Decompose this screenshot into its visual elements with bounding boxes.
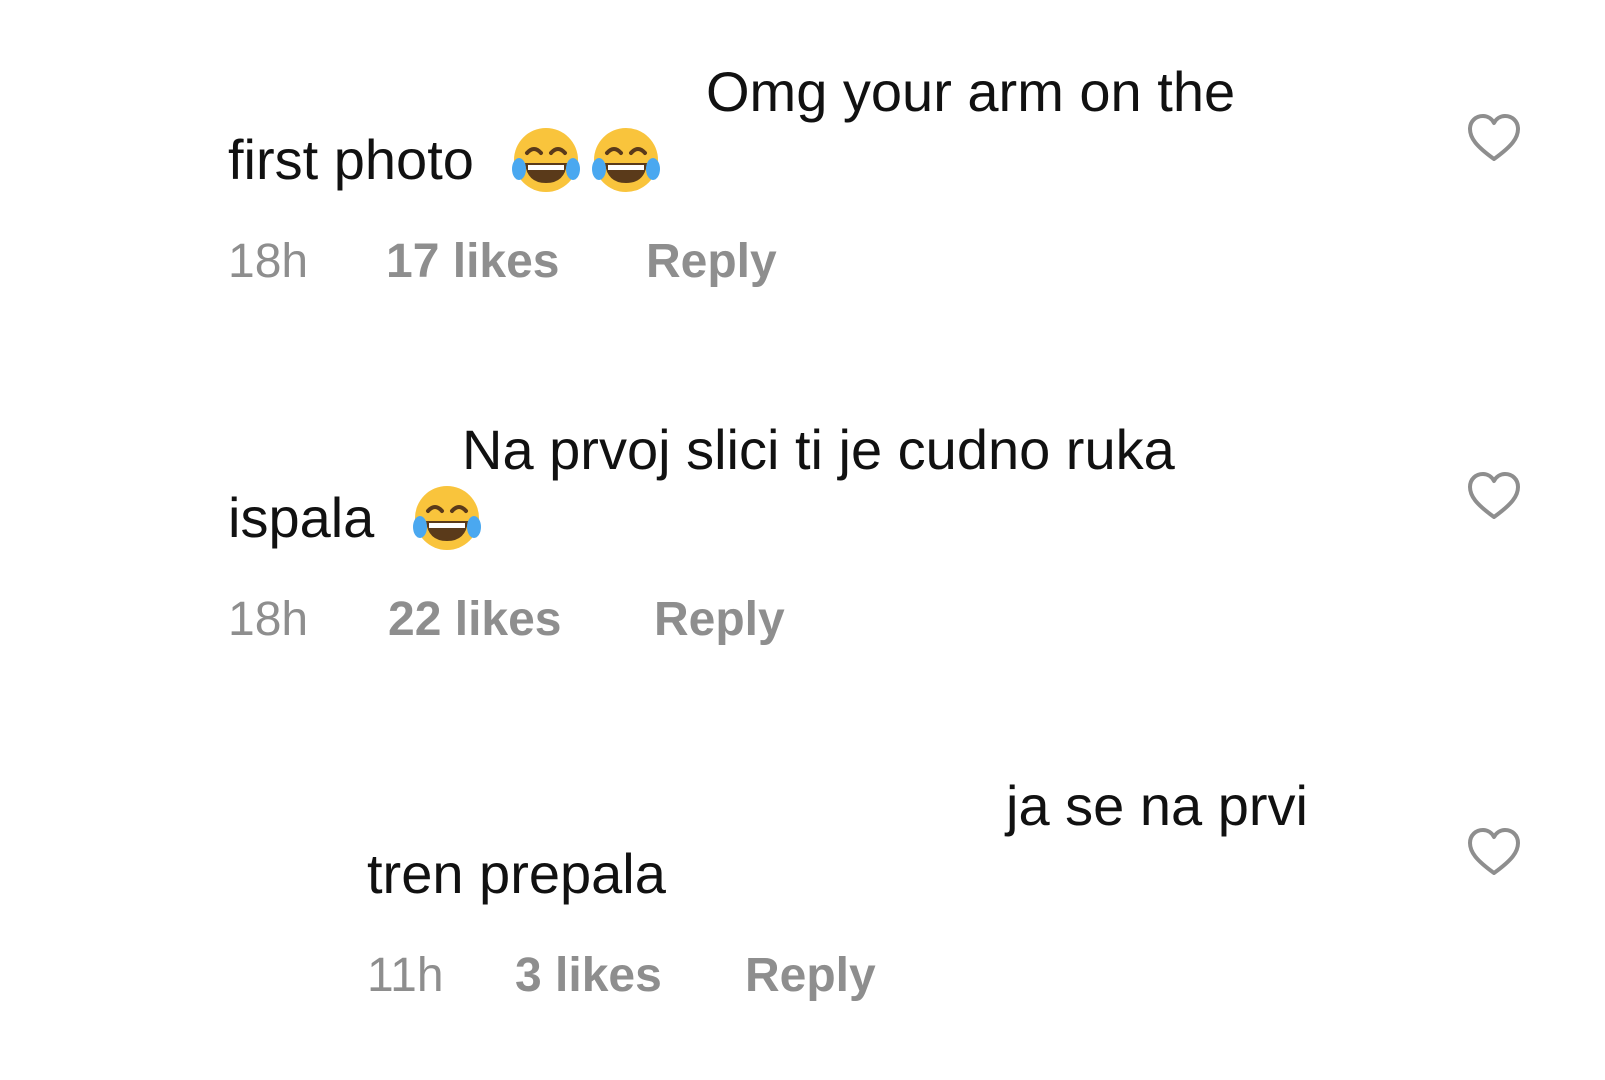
comment-timestamp: 11h bbox=[367, 949, 444, 1002]
comment-text-line-2: ispala bbox=[228, 484, 484, 559]
comment-text-line-2-text: ispala bbox=[228, 486, 375, 549]
reply-button[interactable]: Reply bbox=[745, 946, 876, 1006]
reply-button[interactable]: Reply bbox=[646, 232, 777, 292]
tears-of-joy-emoji-icon bbox=[412, 486, 481, 551]
comment-likes-link[interactable]: 17 likes bbox=[386, 232, 559, 292]
comment-likes-link[interactable]: 22 likes bbox=[388, 590, 561, 650]
comment-item: Na prvoj slici ti je cudno ruka ispala 1… bbox=[0, 358, 1605, 688]
comment-timestamp: 18h bbox=[228, 593, 309, 646]
like-heart-icon[interactable] bbox=[1466, 826, 1522, 878]
comment-meta: 18h 22 likes Reply bbox=[228, 590, 928, 650]
tears-of-joy-emoji-icon bbox=[512, 128, 581, 193]
comment-text-line-2: tren prepala bbox=[367, 842, 666, 905]
comment-item: Omg your arm on the first photo 18h 17 l… bbox=[0, 0, 1605, 330]
reply-button[interactable]: Reply bbox=[654, 590, 785, 650]
comment-text-line-1: Na prvoj slici ti je cudno ruka bbox=[462, 418, 1175, 481]
comment-text-line-1: Omg your arm on the bbox=[706, 60, 1236, 123]
like-heart-icon[interactable] bbox=[1466, 112, 1522, 164]
comment-meta: 11h 3 likes Reply bbox=[367, 946, 1067, 1006]
comment-meta: 18h 17 likes Reply bbox=[228, 232, 928, 292]
like-heart-icon[interactable] bbox=[1466, 470, 1522, 522]
comment-likes-link[interactable]: 3 likes bbox=[515, 946, 662, 1006]
comment-text-line-2: first photo bbox=[228, 126, 663, 201]
comment-item: ja se na prvi tren prepala 11h 3 likes R… bbox=[0, 716, 1605, 1046]
comment-text-line-1: ja se na prvi bbox=[1006, 774, 1308, 837]
comment-text-line-2-text: first photo bbox=[228, 128, 474, 191]
comment-timestamp: 18h bbox=[228, 235, 309, 288]
tears-of-joy-emoji-icon bbox=[592, 128, 661, 193]
